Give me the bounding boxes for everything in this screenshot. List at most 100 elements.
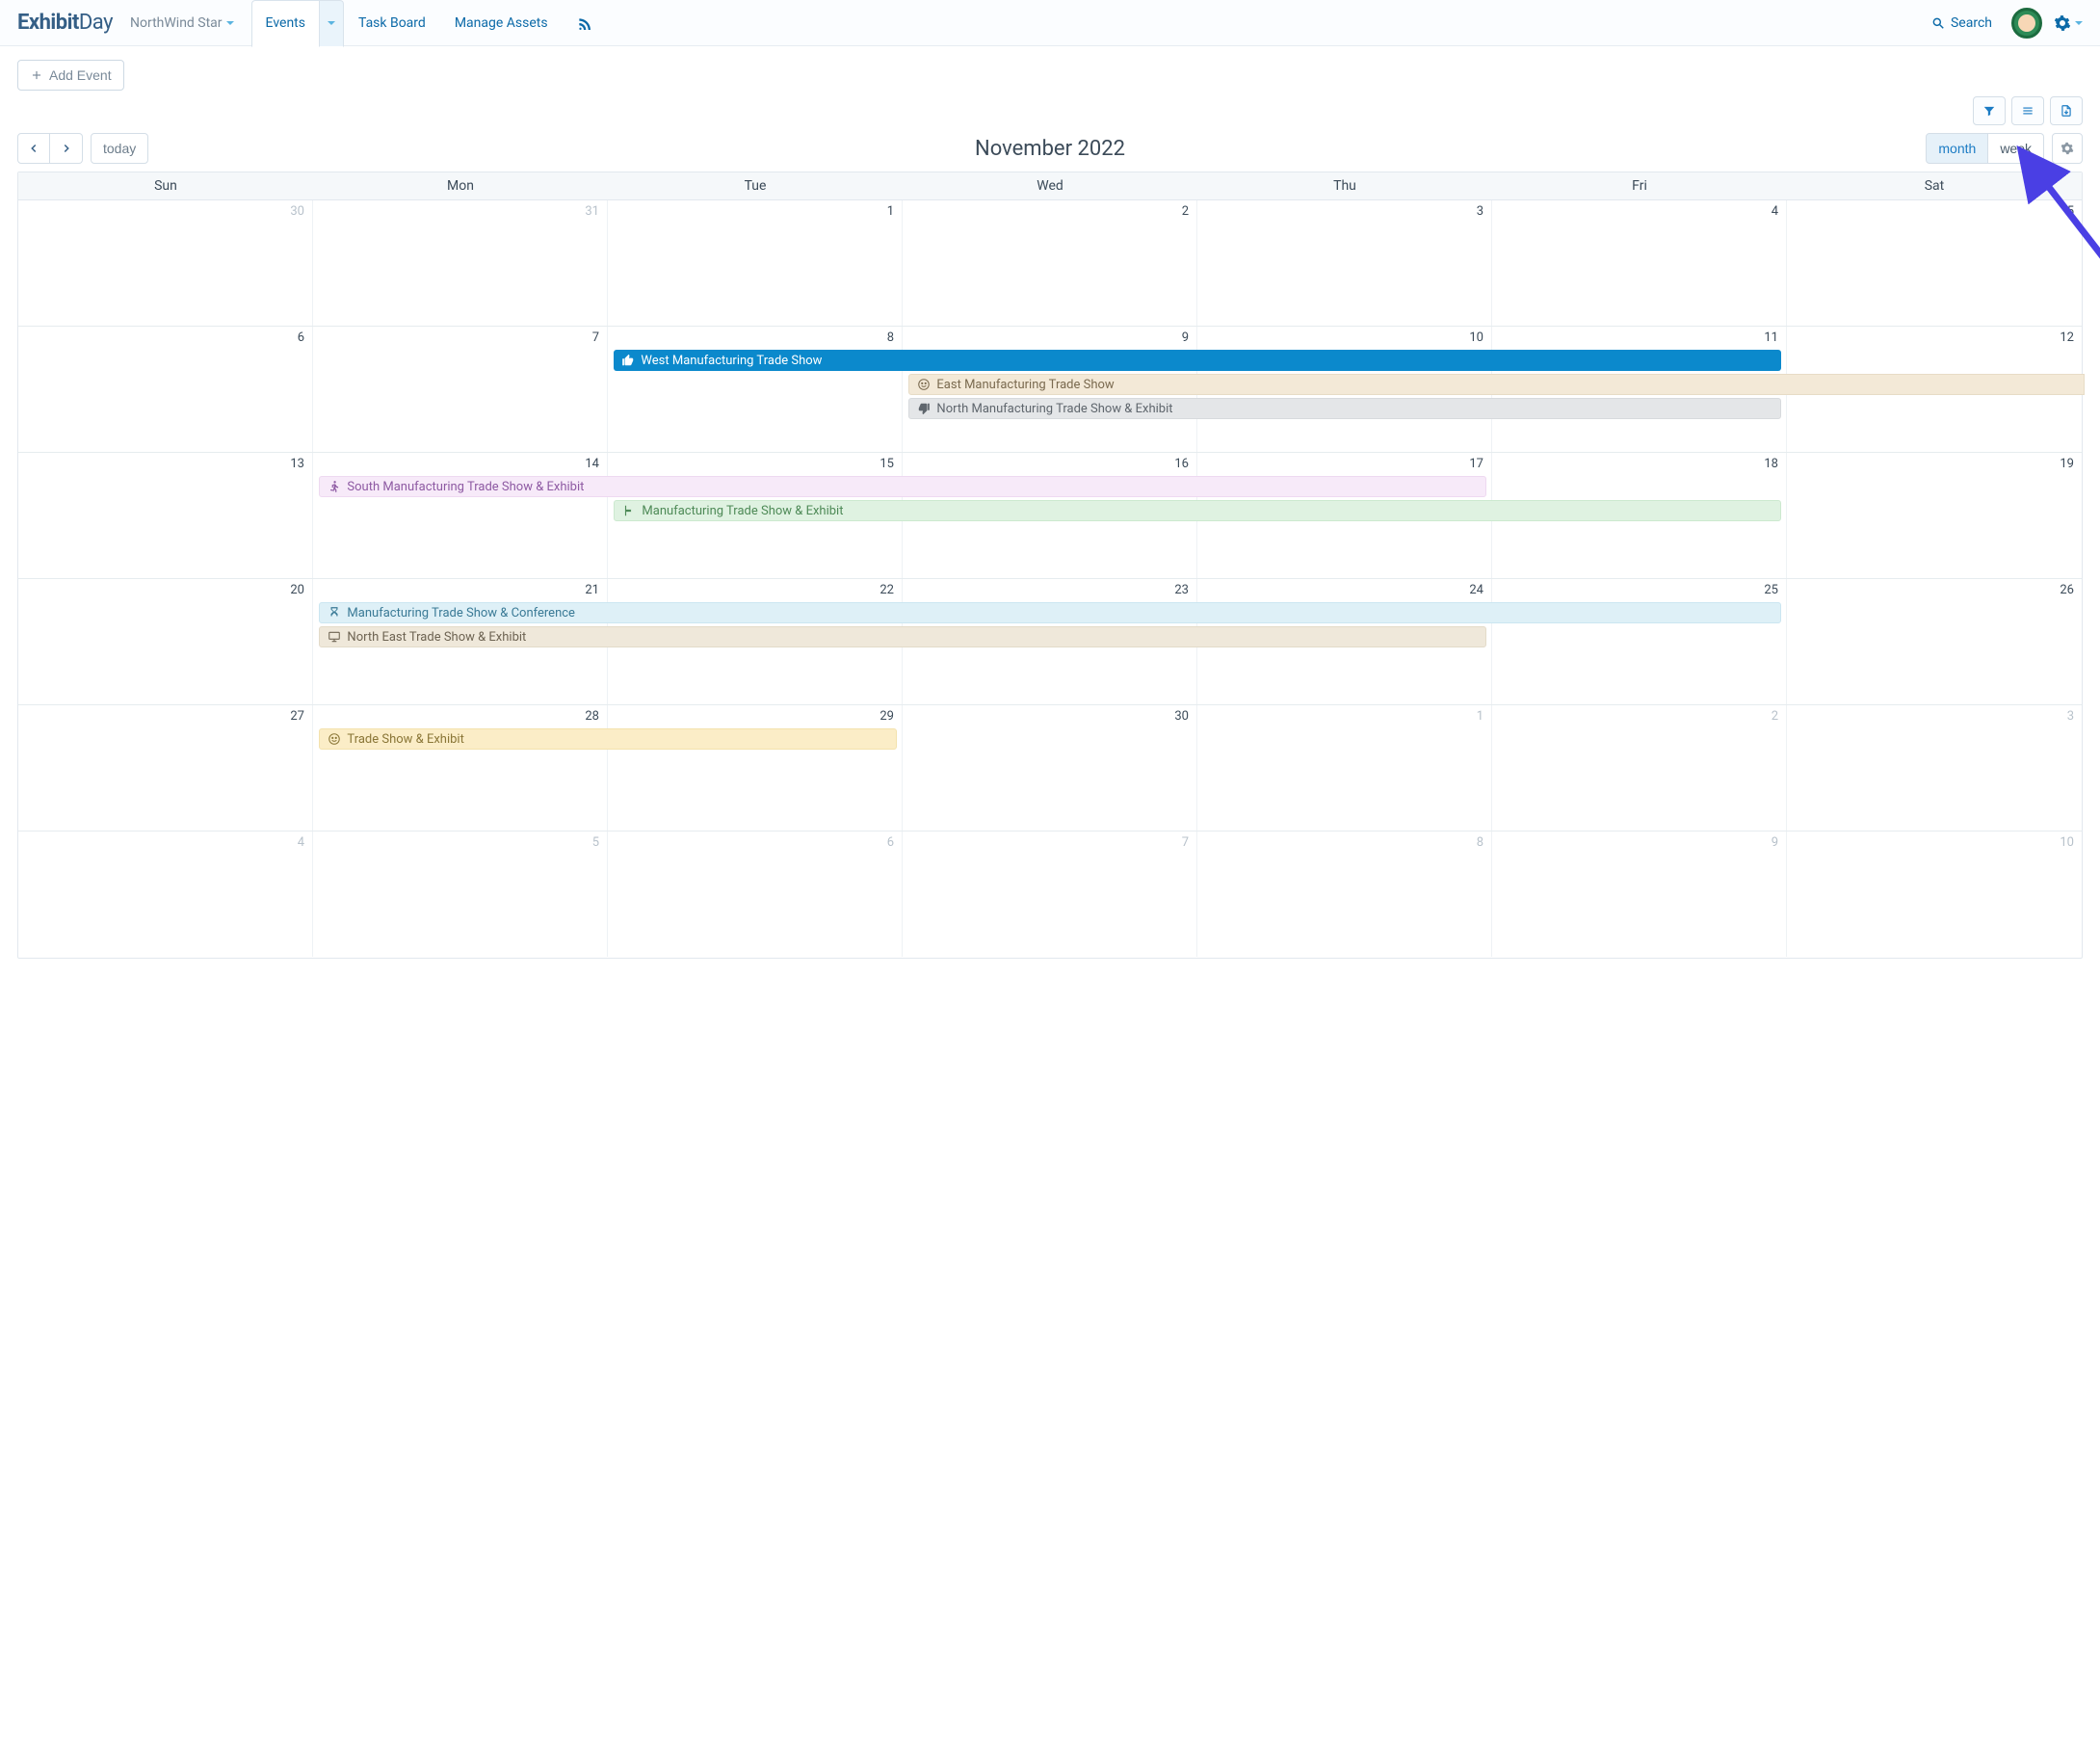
caret-down-icon	[2075, 21, 2083, 25]
gear-icon	[2061, 142, 2074, 155]
day-cell[interactable]: 27	[18, 705, 313, 831]
day-cell[interactable]: 31	[313, 200, 608, 326]
view-month-label: month	[1938, 141, 1976, 156]
dow-header: Sun	[18, 172, 313, 199]
day-cell[interactable]: 2	[903, 200, 1197, 326]
file-icon	[2060, 104, 2073, 118]
today-label: today	[103, 141, 136, 156]
flag-icon	[622, 504, 636, 517]
calendar-event[interactable]: North Manufacturing Trade Show & Exhibit	[908, 398, 1780, 419]
event-label: Manufacturing Trade Show & Conference	[347, 606, 575, 620]
smile-icon	[328, 732, 341, 746]
day-cell[interactable]: 3	[1787, 705, 2082, 831]
calendar-settings-button[interactable]	[2052, 133, 2083, 164]
day-cell[interactable]: 5	[1787, 200, 2082, 326]
day-cell[interactable]: 28	[313, 705, 608, 831]
day-cell[interactable]: 10	[1787, 831, 2082, 957]
monitor-icon	[328, 630, 341, 644]
calendar: SunMonTueWedThuFriSat 303112345678910111…	[17, 172, 2083, 959]
dow-header: Thu	[1197, 172, 1492, 199]
day-cell[interactable]: 5	[313, 831, 608, 957]
event-label: South Manufacturing Trade Show & Exhibit	[347, 480, 584, 494]
topbar: ExhibitDay NorthWind Star Events Task Bo…	[0, 0, 2100, 46]
day-cell[interactable]: 30	[903, 705, 1197, 831]
day-cell[interactable]: 1	[608, 200, 903, 326]
view-week-label: week	[2000, 141, 2032, 156]
day-cell[interactable]: 26	[1787, 579, 2082, 704]
dow-header: Tue	[608, 172, 903, 199]
day-cell[interactable]: 8	[1197, 831, 1492, 957]
prev-button[interactable]	[17, 133, 50, 164]
tab-events[interactable]: Events	[251, 0, 320, 47]
day-cell[interactable]: 4	[1492, 200, 1787, 326]
export-button[interactable]	[2050, 96, 2083, 125]
walk-icon	[328, 480, 341, 493]
filter-button[interactable]	[1973, 96, 2006, 125]
day-cell[interactable]: 19	[1787, 453, 2082, 578]
day-cell[interactable]: 8	[608, 327, 903, 452]
day-cell[interactable]: 9	[1492, 831, 1787, 957]
week-row: 13141516171819South Manufacturing Trade …	[18, 453, 2082, 579]
tab-task-board[interactable]: Task Board	[344, 0, 440, 46]
calendar-event[interactable]: Manufacturing Trade Show & Exhibit	[614, 500, 1780, 521]
view-week-button[interactable]: week	[1988, 133, 2044, 164]
tab-task-board-label: Task Board	[358, 15, 426, 31]
caret-down-icon	[226, 21, 234, 25]
next-button[interactable]	[50, 133, 83, 164]
day-cell[interactable]: 2	[1492, 705, 1787, 831]
smile-icon	[917, 378, 931, 391]
week-row: 27282930123 Trade Show & Exhibit	[18, 705, 2082, 831]
chevron-right-icon	[60, 142, 73, 155]
day-cell[interactable]: 13	[18, 453, 313, 578]
search-link[interactable]: Search	[1931, 15, 1992, 31]
event-label: North Manufacturing Trade Show & Exhibit	[936, 402, 1172, 416]
day-cell[interactable]: 4	[18, 831, 313, 957]
day-cell[interactable]: 7	[313, 327, 608, 452]
event-label: Manufacturing Trade Show & Exhibit	[642, 504, 843, 518]
day-cell[interactable]: 1	[1197, 705, 1492, 831]
tab-events-caret[interactable]	[320, 0, 344, 47]
today-button[interactable]: today	[91, 133, 148, 164]
list-view-button[interactable]	[2011, 96, 2044, 125]
day-cell[interactable]: 14	[313, 453, 608, 578]
event-label: Trade Show & Exhibit	[347, 732, 463, 747]
tab-events-label: Events	[266, 15, 305, 31]
day-cell[interactable]: 6	[608, 831, 903, 957]
workspace-name: NorthWind Star	[130, 15, 223, 31]
brand-part1: Exhibit	[17, 11, 79, 35]
week-row: 45678910	[18, 831, 2082, 958]
dow-header: Mon	[313, 172, 608, 199]
event-label: East Manufacturing Trade Show	[936, 378, 1114, 392]
list-icon	[2021, 104, 2034, 118]
view-month-button[interactable]: month	[1926, 133, 1988, 164]
gear-icon	[2054, 14, 2071, 32]
day-cell[interactable]: 25	[1492, 579, 1787, 704]
dow-header: Sat	[1787, 172, 2082, 199]
avatar[interactable]	[2011, 8, 2042, 39]
settings-menu[interactable]	[2054, 14, 2083, 32]
dow-header: Wed	[903, 172, 1197, 199]
calendar-event[interactable]: Manufacturing Trade Show & Conference	[319, 602, 1780, 623]
filter-icon	[1982, 104, 1996, 118]
hourglass-icon	[328, 606, 341, 620]
tab-manage-assets[interactable]: Manage Assets	[440, 0, 563, 46]
tab-rss[interactable]	[563, 0, 605, 46]
day-cell[interactable]: 29	[608, 705, 903, 831]
calendar-event[interactable]: East Manufacturing Trade Show	[908, 374, 2085, 395]
calendar-event[interactable]: Trade Show & Exhibit	[319, 728, 896, 750]
day-cell[interactable]: 30	[18, 200, 313, 326]
day-cell[interactable]: 7	[903, 831, 1197, 957]
calendar-event[interactable]: North East Trade Show & Exhibit	[319, 626, 1485, 647]
caret-down-icon	[328, 21, 335, 25]
main-nav: Events Task Board Manage Assets	[251, 0, 605, 46]
toolbar	[17, 96, 2083, 125]
thumbs-down-icon	[917, 402, 931, 415]
day-cell[interactable]: 6	[18, 327, 313, 452]
dow-row: SunMonTueWedThuFriSat	[18, 172, 2082, 200]
calendar-event[interactable]: South Manufacturing Trade Show & Exhibit	[319, 476, 1485, 497]
calendar-event[interactable]: West Manufacturing Trade Show	[614, 350, 1780, 371]
day-cell[interactable]: 20	[18, 579, 313, 704]
day-cell[interactable]: 3	[1197, 200, 1492, 326]
workspace-selector[interactable]: NorthWind Star	[130, 15, 234, 31]
add-event-button[interactable]: Add Event	[17, 60, 124, 91]
